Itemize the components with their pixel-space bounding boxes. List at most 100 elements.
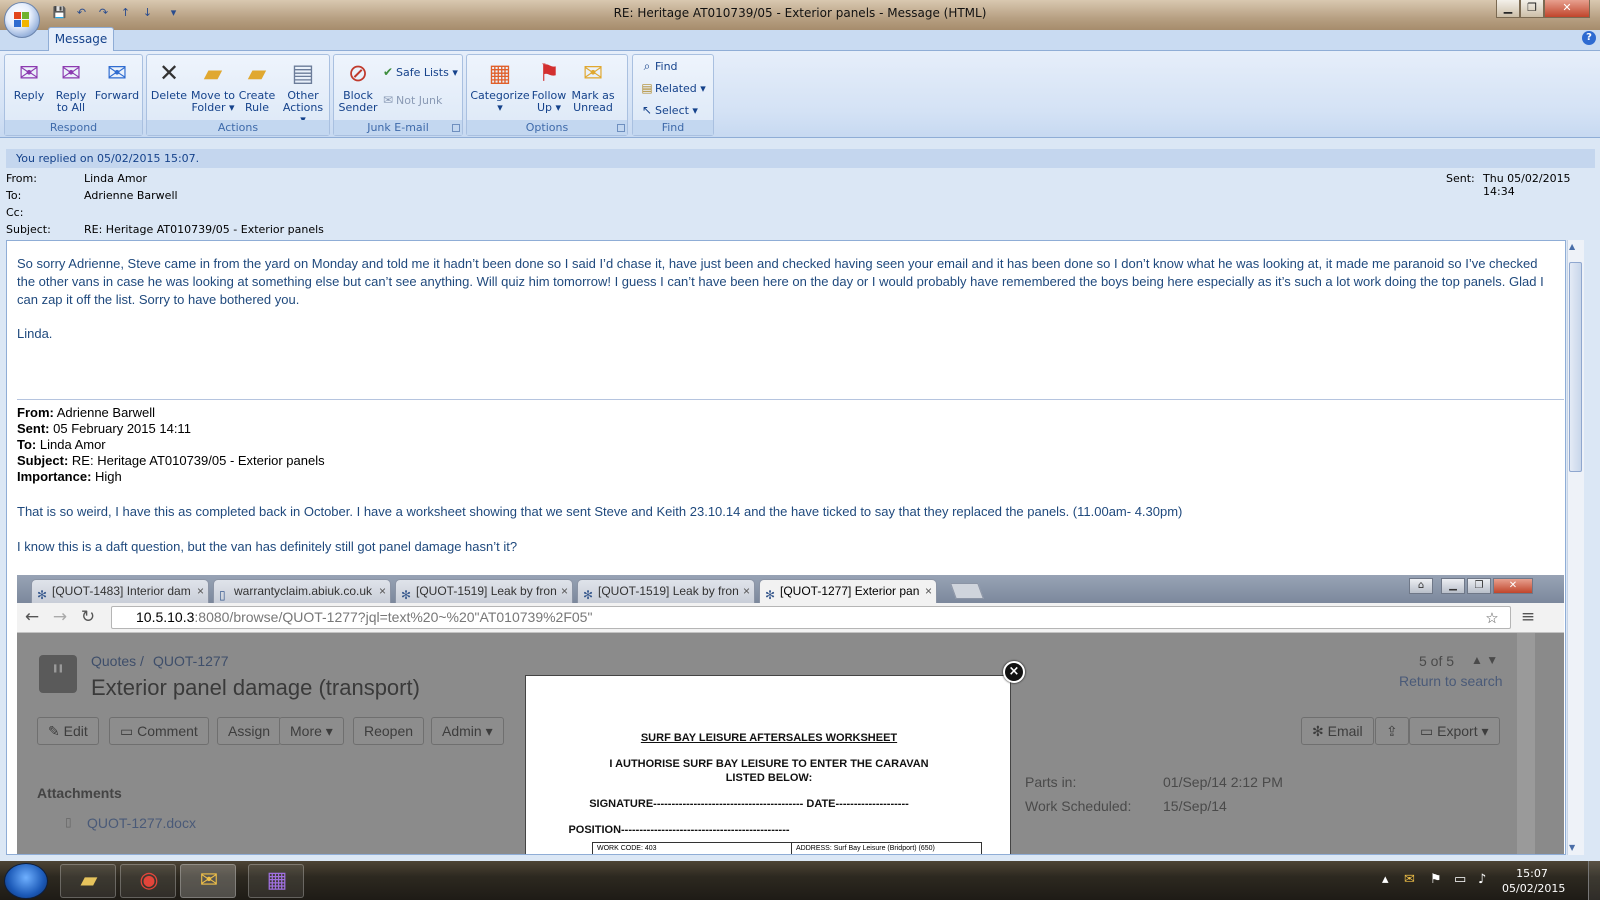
url-path: :8080/browse/QUOT-1277?jql=text%20~%20"A…	[194, 609, 593, 625]
scrollbar-thumb[interactable]	[1569, 262, 1582, 472]
other-actions-button[interactable]: ▤ Other Actions ▾	[279, 58, 327, 126]
taskbar-outlook[interactable]: ✉	[180, 864, 236, 898]
jira-scrollbar	[1517, 633, 1535, 854]
group-label-actions: Actions	[147, 120, 329, 135]
edit-button: ✎ Edit	[37, 717, 99, 745]
tray-volume-icon[interactable]: ♪	[1478, 872, 1486, 887]
help-icon[interactable]: ?	[1582, 31, 1596, 45]
embedded-browser-screenshot: ✻ [QUOT-1483] Interior dam × ▯ warrantyclai…	[17, 575, 1564, 854]
tray-expand-icon[interactable]: ▴	[1382, 872, 1389, 887]
quoted-from-value: Adrienne Barwell	[56, 405, 156, 420]
reply-all-button[interactable]: ✉ Reply to All	[51, 58, 91, 114]
flag-icon: ⚑	[538, 59, 560, 87]
find-button[interactable]: ⌕ Find	[639, 57, 678, 75]
tab-close-icon: ×	[196, 584, 204, 598]
unread-envelope-icon: ✉	[582, 59, 604, 87]
edit-label: Edit	[63, 723, 88, 739]
close-button[interactable]: ✕	[1544, 0, 1590, 18]
message-body[interactable]: So sorry Adrienne, Steve came in from th…	[6, 240, 1566, 855]
tab-message[interactable]: Message	[48, 27, 114, 52]
not-junk-button[interactable]: ✉ Not Junk	[380, 91, 442, 109]
junk-dialog-launcher[interactable]	[452, 124, 460, 132]
browser-menu-icon: ≡	[1520, 607, 1536, 627]
tray-network-icon[interactable]: ▭	[1454, 872, 1466, 887]
scroll-up-arrow-icon[interactable]: ▲	[1569, 242, 1575, 251]
taskbar-app[interactable]: ▦	[248, 864, 304, 898]
tray-mail-icon[interactable]: ✉	[1404, 872, 1415, 887]
body-paragraph: So sorry Adrienne, Steve came in from th…	[17, 256, 1544, 307]
reply-all-icon: ✉	[60, 59, 82, 87]
safe-lists-label: Safe Lists ▾	[396, 66, 458, 79]
url-host: 10.5.10.3	[136, 609, 195, 625]
email-icon: ✻	[1312, 723, 1328, 739]
move-to-folder-button[interactable]: ▰ Move to Folder ▾	[189, 58, 237, 114]
create-rule-button[interactable]: ▰ Create Rule	[237, 58, 277, 114]
block-sender-icon: ⊘	[347, 59, 369, 87]
jira-favicon: ✻	[583, 588, 594, 602]
worksheet-position-line: POSITION--------------------------------…	[568, 824, 790, 836]
parts-in-value: 01/Sep/14 2:12 PM	[1163, 774, 1283, 790]
clock-time: 15:07	[1516, 867, 1548, 880]
find-label: Find	[655, 60, 678, 73]
folder-icon: ▰	[80, 868, 98, 893]
group-respond: ✉ Reply ✉ Reply to All ✉ Forward Respond	[4, 54, 143, 136]
binoculars-icon: ⌕	[643, 59, 651, 73]
info-bar[interactable]: You replied on 05/02/2015 15:07.	[6, 149, 1595, 168]
taskbar-explorer[interactable]: ▰	[60, 864, 116, 898]
safe-lists-button[interactable]: ✔ Safe Lists ▾	[380, 63, 458, 81]
quoted-importance: Importance: High	[17, 469, 122, 485]
block-sender-button[interactable]: ⊘ Block Sender	[336, 58, 380, 114]
quoted-subject: Subject: RE: Heritage AT010739/05 - Exte…	[17, 453, 325, 469]
to-value[interactable]: Adrienne Barwell	[84, 189, 178, 202]
categorize-button[interactable]: ▦ Categorize ▾	[469, 58, 531, 114]
quoted-subject-value: RE: Heritage AT010739/05 - Exterior pane…	[71, 453, 325, 468]
follow-up-button[interactable]: ⚑ Follow Up ▾	[529, 58, 569, 114]
quoted-importance-value: High	[95, 469, 122, 484]
browser-tab: ✻ [QUOT-1519] Leak by fron ×	[577, 579, 755, 603]
tab-close-icon: ×	[742, 584, 750, 598]
reply-button[interactable]: ✉ Reply	[9, 58, 49, 102]
browser-minimize-icon: ▁	[1441, 578, 1465, 594]
chrome-icon: ◉	[139, 868, 159, 893]
mark-as-unread-button[interactable]: ✉ Mark as Unread	[569, 58, 617, 114]
to-label: To:	[6, 189, 22, 202]
taskbar-chrome[interactable]: ◉	[120, 864, 176, 898]
forward-label: Forward	[94, 89, 140, 102]
categorize-icon: ▦	[488, 59, 512, 87]
quoted-importance-label: Importance:	[17, 469, 92, 484]
browser-close-icon: ✕	[1493, 578, 1533, 594]
bookmark-star-icon: ☆	[1485, 609, 1499, 627]
more-button: More ▾	[279, 717, 344, 745]
attachment-file-link: QUOT-1277.docx	[87, 815, 196, 831]
jira-favicon: ✻	[401, 588, 412, 602]
forward-button[interactable]: ✉ Forward	[93, 58, 141, 102]
mark-label-2: Unread	[573, 101, 613, 114]
browser-tab: ✻ [QUOT-1483] Interior dam ×	[31, 579, 209, 603]
delete-button[interactable]: ✕ Delete	[149, 58, 189, 102]
related-button[interactable]: ▤ Related ▾	[639, 79, 705, 97]
scroll-down-arrow-icon[interactable]: ▼	[1569, 843, 1575, 852]
safe-lists-icon: ✔	[382, 65, 394, 79]
minimize-button[interactable]: ▁	[1496, 0, 1520, 18]
attachments-heading: Attachments	[37, 785, 122, 801]
start-button[interactable]	[4, 863, 48, 899]
show-desktop-button[interactable]	[1588, 861, 1600, 900]
taskbar-clock[interactable]: 15:07 05/02/2015	[1502, 866, 1565, 896]
select-button[interactable]: ↖ Select ▾	[639, 101, 698, 119]
from-value[interactable]: Linda Amor	[84, 172, 147, 185]
restore-button[interactable]: ❐	[1520, 0, 1544, 18]
office-button[interactable]	[4, 2, 40, 38]
office-logo-green	[22, 12, 29, 19]
options-dialog-launcher[interactable]	[617, 124, 625, 132]
quoted-subject-label: Subject:	[17, 453, 69, 468]
new-tab-button	[950, 583, 984, 599]
group-label-respond: Respond	[5, 120, 142, 135]
browser-tab-title: warrantyclaim.abiuk.co.uk	[234, 584, 373, 598]
attachment-preview-modal: SURF BAY LEISURE AFTERSALES WORKSHEET I …	[525, 675, 1011, 854]
quoted-paragraph-2: I know this is a daft question, but the …	[17, 539, 518, 554]
move-label-2: Folder ▾	[191, 101, 235, 114]
modal-close-icon: ×	[1003, 661, 1025, 683]
grid-app-icon: ▦	[266, 868, 288, 893]
export-icon: ▭	[1420, 723, 1438, 739]
tray-flag-icon[interactable]: ⚑	[1430, 872, 1442, 887]
